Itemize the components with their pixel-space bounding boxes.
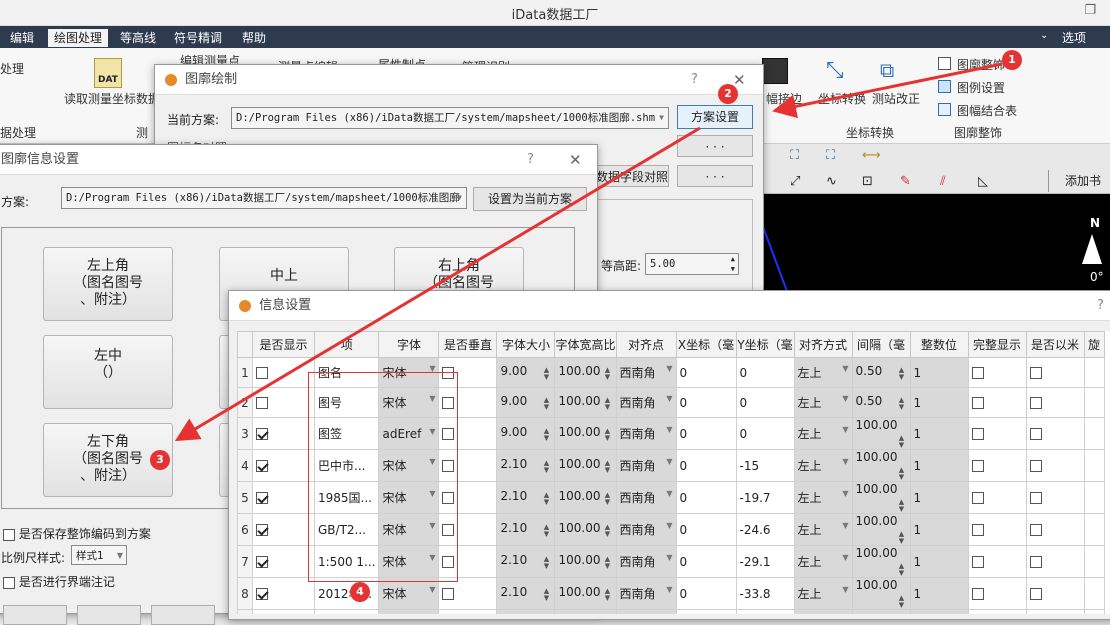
step-badge-3: 3 (150, 450, 170, 470)
arrow-1 (772, 62, 1003, 119)
annotation-arrows (174, 62, 1003, 442)
step-badge-2: 2 (718, 84, 738, 104)
arrow-2 (174, 126, 701, 442)
step-badge-4: 4 (350, 582, 370, 602)
step-badge-1: 1 (1002, 50, 1022, 70)
